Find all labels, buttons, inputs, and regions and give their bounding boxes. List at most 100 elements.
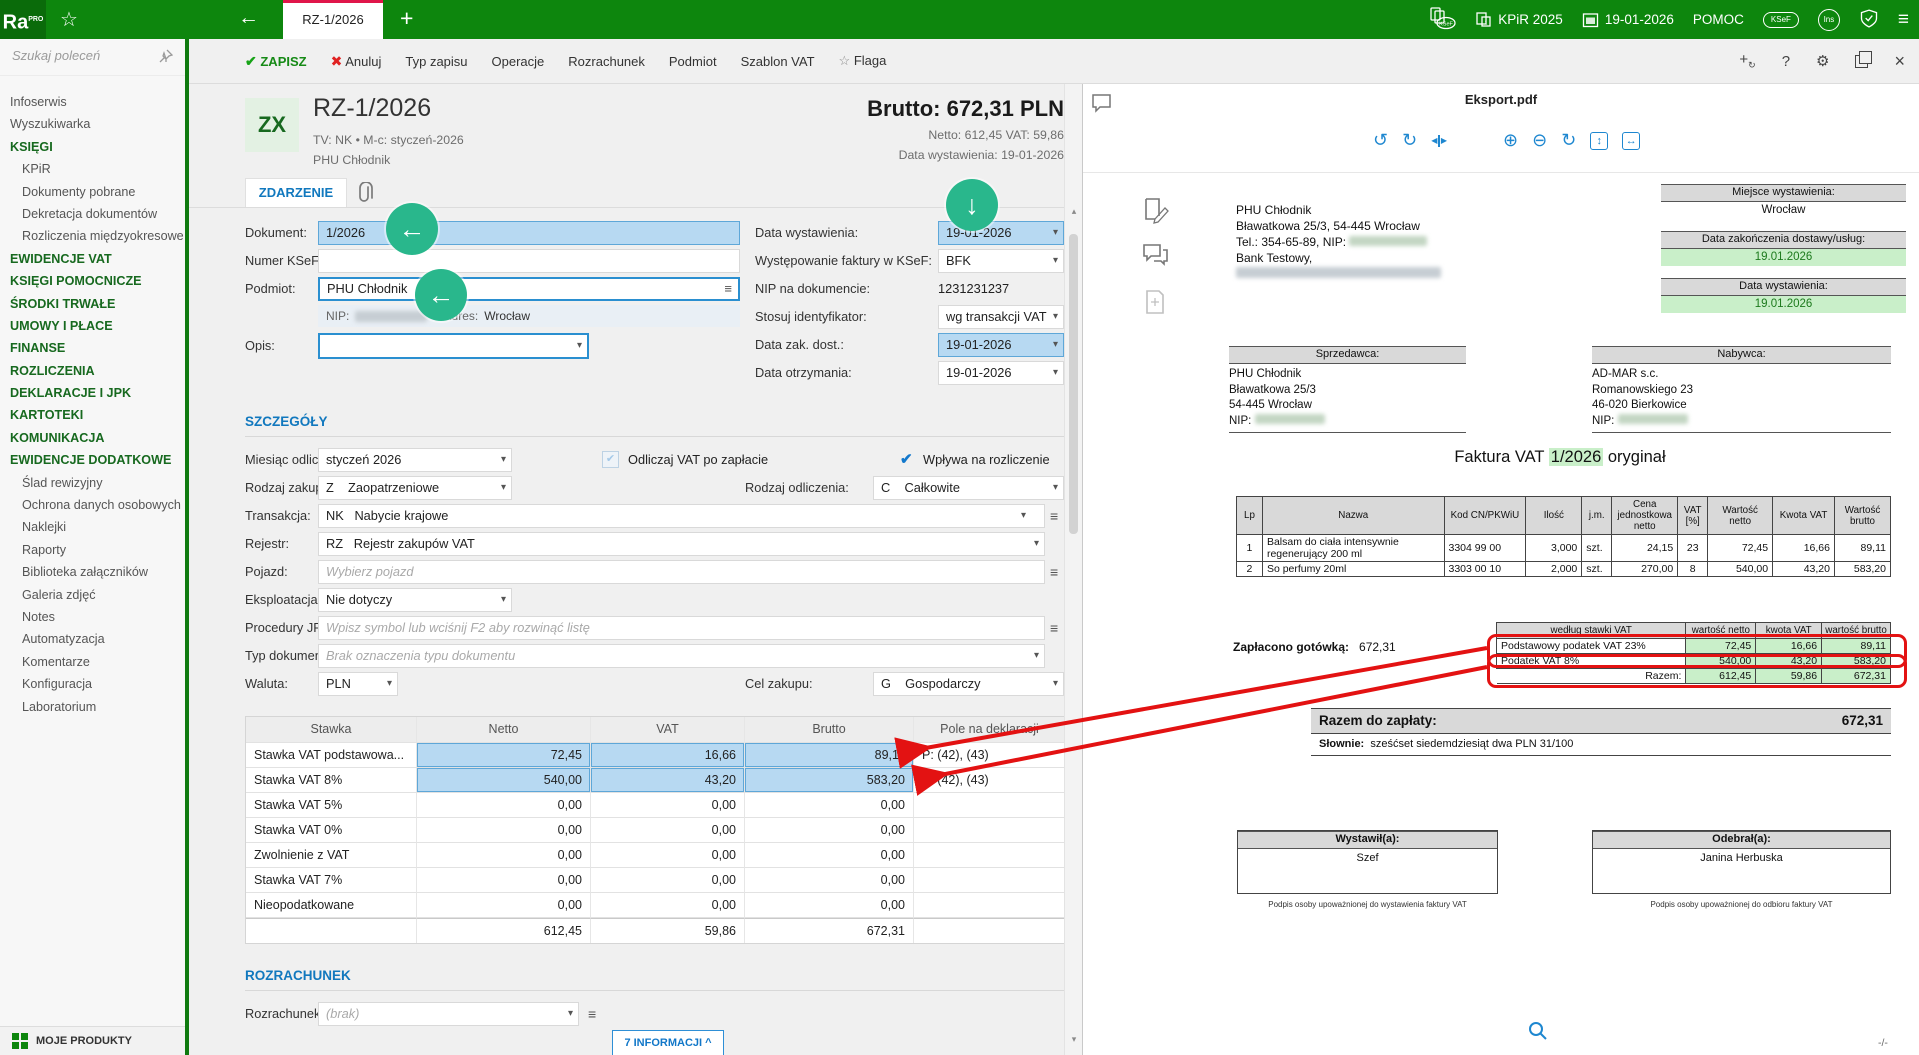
typ-jpk-field[interactable]: Brak oznaczenia typu dokumentu ▾ [318,644,1045,668]
sidebar-item[interactable]: KOMUNIKACJA [0,427,185,449]
opis-field[interactable]: ▾ [318,333,589,359]
sidebar-item[interactable]: Infoserwis [0,91,185,113]
work-date[interactable]: 19-01-2026 [1582,12,1674,28]
annotate-document-icon[interactable] [1141,196,1169,224]
sidebar-item[interactable]: EWIDENCJE VAT [0,248,185,270]
app-logo[interactable]: RaPRO [0,0,46,39]
sidebar-item[interactable]: Komentarze [0,651,185,673]
sidebar-item[interactable]: Galeria zdjęć [0,584,185,606]
sidebar-item[interactable]: KSIĘGI [0,136,185,158]
zoom-out-icon[interactable]: ⊖ [1532,130,1547,151]
save-button[interactable]: ✔ ZAPISZ [245,53,307,70]
toolbar-menu-item[interactable]: Podmiot [669,54,717,69]
chevron-down-icon[interactable]: ▾ [1053,250,1058,272]
settings-gear-icon[interactable]: ⚙ [1816,52,1829,70]
podmiot-field[interactable]: PHU Chłodnik ≡ [318,277,740,301]
procedury-jpk-field[interactable]: Wpisz symbol lub wciśnij F2 aby rozwinąć… [318,616,1045,640]
back-arrow-icon[interactable]: ← [238,6,259,30]
informacje-button[interactable]: 7 INFORMACJI ^ [612,1030,724,1055]
search-icon[interactable] [1527,1020,1549,1042]
pojazd-list-icon[interactable]: ≡ [1050,560,1058,584]
fit-width-icon[interactable]: ↔ [1622,132,1640,150]
close-icon[interactable]: × [1894,51,1905,72]
toolbar-menu-item[interactable]: Rozrachunek [568,54,645,69]
rotate-left-icon[interactable]: ↺ [1373,130,1388,151]
scrollbar-thumb[interactable] [1069,234,1078,534]
ksef-documents-icon[interactable]: KSeF [1426,6,1456,33]
chevron-down-icon[interactable]: ▾ [1034,645,1039,667]
fit-height-icon[interactable]: ↕ [1590,132,1608,150]
hamburger-menu-icon[interactable]: ≡ [1898,9,1909,31]
table-row[interactable]: Stawka VAT podstawowa... 72,45 16,66 89,… [246,743,1064,768]
ins-status-icon[interactable]: Ins [1818,9,1840,31]
sidebar-item[interactable]: KPiR [0,158,185,180]
data-otrzymania-field[interactable]: 19-01-2026 ▾ [938,361,1064,385]
table-row[interactable]: Stawka VAT 7% 0,00 0,00 0,00 [246,868,1064,893]
ksef-status-icon[interactable]: KSeF [1763,12,1799,28]
dokument-field[interactable]: 1/2026 [318,221,740,245]
favorites-star-icon[interactable]: ☆ [60,7,78,32]
sidebar-item[interactable]: EWIDENCJE DODATKOWE [0,449,185,471]
eksploatacja-field[interactable]: Nie dotyczy ▾ [318,588,512,612]
chevron-down-icon[interactable]: ▾ [501,449,506,471]
chevron-down-icon[interactable]: ▾ [1034,533,1039,555]
restore-window-icon[interactable] [1855,55,1868,68]
numer-ksef-field[interactable] [318,249,740,273]
sidebar-item[interactable]: Raporty [0,539,185,561]
wplywa-vat-checkbox[interactable]: ✔ [900,448,913,472]
sidebar-item[interactable]: Konfiguracja [0,673,185,695]
command-search[interactable]: Szukaj poleceń [0,39,185,76]
pin-icon[interactable] [159,49,173,63]
help-menu[interactable]: POMOC [1693,12,1744,27]
sidebar-item[interactable]: Dekretacja dokumentów [0,203,185,225]
pojazd-field[interactable]: Wybierz pojazd [318,560,1045,584]
rotate-right-icon[interactable]: ↻ [1402,130,1417,151]
rozrachunek-list-icon[interactable]: ≡ [588,1002,596,1026]
chevron-down-icon[interactable]: ▾ [1053,477,1058,499]
company-switcher[interactable]: 1 KPiR 2025 [1475,11,1563,28]
help-icon[interactable]: ? [1782,53,1790,70]
table-row[interactable]: Stawka VAT 0% 0,00 0,00 0,00 [246,818,1064,843]
flag-button[interactable]: ☆ Flaga [839,53,887,69]
chevron-down-icon[interactable]: ▾ [1053,306,1058,328]
cancel-button[interactable]: ✖ Anuluj [331,53,382,70]
chevron-down-icon[interactable]: ▾ [501,477,506,499]
sidebar-item[interactable]: Notes [0,606,185,628]
sidebar-item[interactable]: UMOWY I PŁACE [0,315,185,337]
sidebar-item[interactable]: FINANSE [0,337,185,359]
chevron-down-icon[interactable]: ▾ [1053,334,1058,356]
sidebar-item[interactable]: Laboratorium [0,696,185,718]
paperclip-icon[interactable] [355,182,375,206]
form-scrollbar[interactable]: ▴ ▾ [1064,84,1082,1055]
waluta-field[interactable]: PLN ▾ [318,672,398,696]
table-row[interactable]: Nieopodatkowane 0,00 0,00 0,00 [246,893,1064,918]
sidebar-item[interactable]: Rozliczenia międzyokresowe [0,225,185,247]
zoom-reset-icon[interactable]: ↻ [1561,130,1576,151]
sidebar-item[interactable]: ŚRODKI TRWAŁE [0,293,185,315]
sidebar-item[interactable]: Ochrona danych osobowych [0,494,185,516]
rodzaj-zakupu-field[interactable]: Z Zaopatrzeniowe ▾ [318,476,512,500]
cel-zakupu-field[interactable]: G Gospodarczy ▾ [873,672,1064,696]
chevron-down-icon[interactable]: ▾ [1053,222,1058,244]
chevron-down-icon[interactable]: ▾ [387,673,392,695]
odliczaj-vat-checkbox[interactable]: ✔ [602,451,619,468]
table-row[interactable]: Stawka VAT 8% 540,00 43,20 583,20 P: (42… [246,768,1064,793]
chevron-down-icon[interactable]: ▾ [1021,505,1026,527]
data-zak-field[interactable]: 19-01-2026 ▾ [938,333,1064,357]
sidebar-footer-moje-produkty[interactable]: MOJE PRODUKTY [0,1026,185,1055]
chevron-down-icon[interactable]: ▾ [568,1003,573,1025]
sidebar-item[interactable]: KARTOTEKI [0,404,185,426]
sidebar-item[interactable]: Biblioteka załączników [0,561,185,583]
sidebar-item[interactable]: Automatyzacja [0,628,185,650]
shield-check-icon[interactable] [1859,8,1879,32]
sidebar-item[interactable]: Naklejki [0,516,185,538]
scroll-up-icon[interactable]: ▴ [1065,206,1083,217]
procedury-list-icon[interactable]: ≡ [1050,616,1058,640]
sidebar-item[interactable]: Wyszukiwarka [0,113,185,135]
transakcja-field[interactable]: NK Nabycie krajowe ▾ [318,504,1045,528]
ksef-wystepowanie-field[interactable]: BFK ▾ [938,249,1064,273]
podmiot-list-icon[interactable]: ≡ [724,279,732,299]
chevron-down-icon[interactable]: ▾ [1053,362,1058,384]
toolbar-menu-item[interactable]: Typ zapisu [405,54,467,69]
chevron-down-icon[interactable]: ▾ [1053,673,1058,695]
